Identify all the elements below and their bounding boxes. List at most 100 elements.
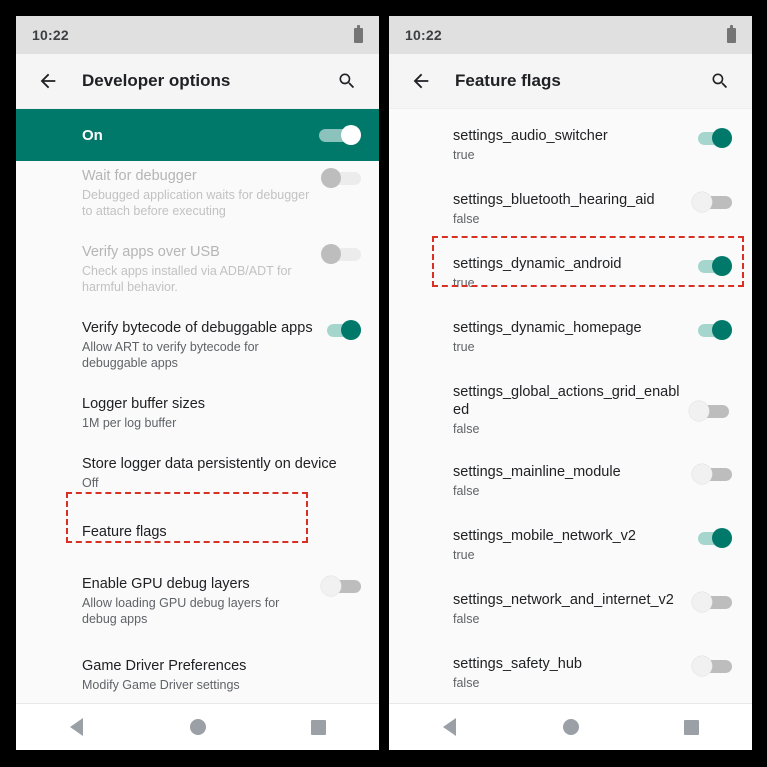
- row-toggle[interactable]: [692, 320, 732, 340]
- list-item[interactable]: settings_audio_switcher true: [389, 109, 752, 175]
- switch-thumb: [341, 320, 361, 340]
- nav-home-button[interactable]: [168, 704, 228, 750]
- page-title: Developer options: [82, 71, 231, 90]
- master-switch-toggle[interactable]: [317, 125, 361, 145]
- phone-screen-developer-options: 10:22 Developer options On Wait for debu…: [16, 16, 379, 750]
- row-toggle[interactable]: [321, 320, 361, 340]
- row-subtitle: false: [453, 422, 480, 436]
- row-text: Verify bytecode of debuggable apps Allow…: [82, 319, 321, 371]
- row-title: settings_bluetooth_hearing_aid: [453, 192, 655, 208]
- switch-thumb: [321, 168, 341, 188]
- nav-recents-icon: [684, 719, 699, 735]
- list-item: Verify apps over USB Check apps installe…: [16, 231, 379, 307]
- row-title: Game Driver Preferences: [82, 658, 247, 674]
- system-navigation-bar: [16, 703, 379, 750]
- row-toggle[interactable]: [321, 576, 361, 596]
- list-item[interactable]: settings_bluetooth_hearing_aid false: [389, 175, 752, 239]
- row-toggle[interactable]: [692, 528, 732, 548]
- row-title: settings_global_actions_grid_enabled: [453, 384, 680, 418]
- row-subtitle: true: [453, 148, 475, 162]
- row-subtitle: Off: [82, 476, 99, 490]
- row-text: settings_dynamic_android true: [453, 255, 692, 291]
- list-item[interactable]: settings_dynamic_homepage true: [389, 303, 752, 367]
- page-title: Feature flags: [455, 71, 561, 90]
- screenshot-stage: 10:22 Developer options On Wait for debu…: [0, 0, 767, 767]
- list-item[interactable]: Logger buffer sizes 1M per log buffer: [16, 383, 379, 443]
- list-item[interactable]: settings_safety_hub false: [389, 639, 752, 703]
- row-title: settings_safety_hub: [453, 656, 582, 672]
- list-item[interactable]: settings_network_and_internet_v2 false: [389, 575, 752, 639]
- row-toggle[interactable]: [689, 400, 729, 421]
- row-title: settings_network_and_internet_v2: [453, 592, 674, 608]
- switch-thumb: [341, 125, 361, 145]
- row-text: Store logger data persistently on device…: [82, 455, 361, 491]
- feature-flags-list[interactable]: settings_audio_switcher true settings_bl…: [389, 109, 752, 703]
- switch-thumb: [321, 244, 341, 264]
- row-text: settings_bluetooth_hearing_aid false: [453, 191, 692, 227]
- developer-options-master-switch-row[interactable]: On: [16, 109, 379, 161]
- row-toggle[interactable]: [692, 256, 732, 276]
- row-title: Wait for debugger: [82, 168, 197, 184]
- search-icon[interactable]: [704, 65, 736, 97]
- nav-recents-button[interactable]: [662, 704, 722, 750]
- app-bar: Feature flags: [389, 54, 752, 109]
- arrow-back-icon[interactable]: [405, 65, 437, 97]
- row-title: settings_audio_switcher: [453, 128, 608, 144]
- switch-thumb: [692, 656, 712, 676]
- row-subtitle: Allow loading GPU debug layers for debug…: [82, 596, 280, 626]
- row-subtitle: false: [453, 676, 480, 690]
- row-title: settings_dynamic_android: [453, 256, 622, 272]
- row-text: Feature flags: [82, 523, 361, 541]
- switch-thumb: [692, 592, 712, 612]
- row-toggle[interactable]: [692, 192, 732, 212]
- list-item[interactable]: Verify bytecode of debuggable apps Allow…: [16, 307, 379, 383]
- row-text: Logger buffer sizes 1M per log buffer: [82, 395, 361, 431]
- row-title: Logger buffer sizes: [82, 396, 206, 412]
- nav-back-button[interactable]: [47, 704, 107, 750]
- switch-thumb: [712, 528, 732, 548]
- row-subtitle: true: [453, 548, 475, 562]
- row-title: Feature flags: [82, 524, 167, 540]
- app-bar: Developer options: [16, 54, 379, 109]
- row-title: settings_mobile_network_v2: [453, 528, 636, 544]
- switch-thumb: [712, 320, 732, 340]
- row-subtitle: true: [453, 340, 475, 354]
- search-icon[interactable]: [331, 65, 363, 97]
- list-item-feature-flags[interactable]: Feature flags: [16, 503, 379, 563]
- list-item: Wait for debugger Debugged application w…: [16, 161, 379, 231]
- developer-options-list[interactable]: Wait for debugger Debugged application w…: [16, 161, 379, 703]
- row-subtitle: false: [453, 484, 480, 498]
- row-subtitle: true: [453, 276, 475, 290]
- row-title: Store logger data persistently on device: [82, 456, 337, 472]
- row-toggle[interactable]: [692, 464, 732, 484]
- phone-screen-feature-flags: 10:22 Feature flags settings_audio_switc…: [389, 16, 752, 750]
- nav-back-button[interactable]: [420, 704, 480, 750]
- list-item[interactable]: Enable GPU debug layers Allow loading GP…: [16, 563, 379, 639]
- switch-thumb: [321, 576, 341, 596]
- list-item[interactable]: Store logger data persistently on device…: [16, 443, 379, 503]
- nav-recents-icon: [311, 719, 326, 735]
- row-toggle: [321, 168, 361, 188]
- list-item[interactable]: settings_global_actions_grid_enabled fal…: [389, 367, 752, 449]
- row-text: settings_dynamic_homepage true: [453, 319, 692, 355]
- switch-thumb: [712, 128, 732, 148]
- row-text: Verify apps over USB Check apps installe…: [82, 243, 321, 295]
- list-item[interactable]: settings_mainline_module false: [389, 449, 752, 511]
- list-item[interactable]: Game Driver Preferences Modify Game Driv…: [16, 639, 379, 703]
- row-toggle[interactable]: [692, 128, 732, 148]
- status-bar-clock: 10:22: [32, 27, 69, 43]
- row-text: Game Driver Preferences Modify Game Driv…: [82, 657, 361, 693]
- nav-recents-button[interactable]: [289, 704, 349, 750]
- row-text: settings_network_and_internet_v2 false: [453, 591, 692, 627]
- row-title: settings_dynamic_homepage: [453, 320, 642, 336]
- list-item[interactable]: settings_mobile_network_v2 true: [389, 511, 752, 575]
- list-item-settings-dynamic-android[interactable]: settings_dynamic_android true: [389, 239, 752, 303]
- arrow-back-icon[interactable]: [32, 65, 64, 97]
- row-toggle[interactable]: [692, 592, 732, 612]
- nav-home-button[interactable]: [541, 704, 601, 750]
- status-bar: 10:22: [389, 16, 752, 54]
- row-toggle[interactable]: [692, 656, 732, 676]
- row-title: settings_mainline_module: [453, 464, 621, 480]
- nav-home-icon: [189, 719, 206, 735]
- row-subtitle: Allow ART to verify bytecode for debugga…: [82, 340, 259, 370]
